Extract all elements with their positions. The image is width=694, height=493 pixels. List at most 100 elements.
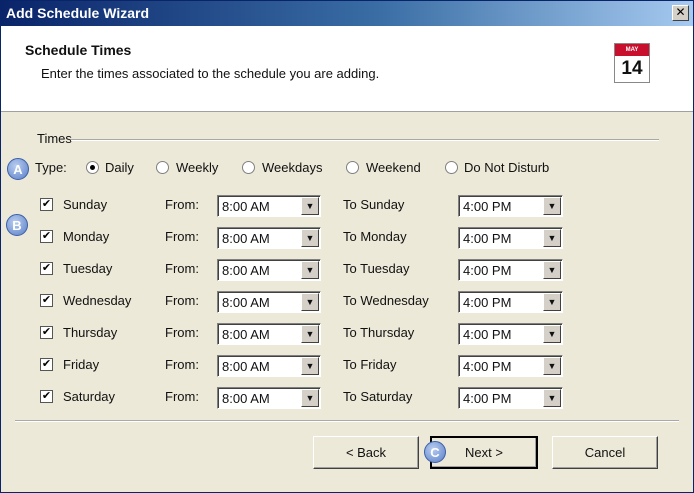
from-label: From: xyxy=(165,261,199,276)
chevron-down-icon[interactable]: ▼ xyxy=(301,357,319,375)
from-time-select[interactable]: 8:00 AM ▼ xyxy=(217,259,321,281)
radio-weekdays-label: Weekdays xyxy=(262,160,323,175)
radio-weekend[interactable] xyxy=(346,161,359,174)
from-time-select[interactable]: 8:00 AM ▼ xyxy=(217,355,321,377)
day-row-sunday: ✔ Sunday From: 8:00 AM ▼ To Sunday 4:00 P… xyxy=(1,195,693,221)
to-time-select[interactable]: 4:00 PM ▼ xyxy=(458,195,563,217)
group-divider xyxy=(71,139,659,141)
page-subtitle: Enter the times associated to the schedu… xyxy=(41,66,380,81)
chevron-down-icon[interactable]: ▼ xyxy=(301,229,319,247)
to-label: To Saturday xyxy=(343,389,413,404)
radio-do-not-disturb-label: Do Not Disturb xyxy=(464,160,550,175)
from-label: From: xyxy=(165,197,199,212)
from-time-value: 8:00 AM xyxy=(222,327,270,342)
close-button[interactable]: ✕ xyxy=(672,5,689,21)
from-label: From: xyxy=(165,293,199,308)
chevron-down-icon[interactable]: ▼ xyxy=(301,293,319,311)
from-label: From: xyxy=(165,229,199,244)
day-label: Sunday xyxy=(63,197,108,212)
chevron-down-icon[interactable]: ▼ xyxy=(543,261,561,279)
from-time-select[interactable]: 8:00 AM ▼ xyxy=(217,227,321,249)
to-time-value: 4:00 PM xyxy=(463,295,512,310)
from-time-select[interactable]: 8:00 AM ▼ xyxy=(217,387,321,409)
day-label: Saturday xyxy=(63,389,116,404)
type-label: Type: xyxy=(35,160,67,175)
from-time-value: 8:00 AM xyxy=(222,263,270,278)
chevron-down-icon[interactable]: ▼ xyxy=(301,261,319,279)
to-label: To Monday xyxy=(343,229,407,244)
wizard-header: Schedule Times Enter the times associate… xyxy=(1,26,693,112)
times-group-label: Times xyxy=(37,131,72,146)
from-time-value: 8:00 AM xyxy=(222,359,270,374)
chevron-down-icon[interactable]: ▼ xyxy=(543,293,561,311)
from-time-select[interactable]: 8:00 AM ▼ xyxy=(217,323,321,345)
radio-do-not-disturb[interactable] xyxy=(445,161,458,174)
to-label: To Wednesday xyxy=(343,293,429,308)
to-time-select[interactable]: 4:00 PM ▼ xyxy=(458,259,563,281)
radio-weekdays[interactable] xyxy=(242,161,255,174)
cancel-button[interactable]: Cancel xyxy=(552,436,658,469)
to-time-value: 4:00 PM xyxy=(463,199,512,214)
from-time-value: 8:00 AM xyxy=(222,231,270,246)
to-time-select[interactable]: 4:00 PM ▼ xyxy=(458,323,563,345)
from-time-select[interactable]: 8:00 AM ▼ xyxy=(217,291,321,313)
chevron-down-icon[interactable]: ▼ xyxy=(543,389,561,407)
from-label: From: xyxy=(165,357,199,372)
to-time-value: 4:00 PM xyxy=(463,391,512,406)
wizard-window: Add Schedule Wizard ✕ Schedule Times Ent… xyxy=(0,0,694,493)
to-time-select[interactable]: 4:00 PM ▼ xyxy=(458,291,563,313)
chevron-down-icon[interactable]: ▼ xyxy=(301,389,319,407)
day-row-saturday: ✔ Saturday From: 8:00 AM ▼ To Saturday 4:… xyxy=(1,387,693,413)
day-label: Thursday xyxy=(63,325,118,340)
radio-weekend-label: Weekend xyxy=(366,160,421,175)
to-label: To Friday xyxy=(343,357,397,372)
back-button[interactable]: < Back xyxy=(313,436,419,469)
radio-weekly[interactable] xyxy=(156,161,169,174)
to-time-value: 4:00 PM xyxy=(463,359,512,374)
day-label: Tuesday xyxy=(63,261,113,276)
day-checkbox[interactable]: ✔ xyxy=(40,358,53,371)
day-row-friday: ✔ Friday From: 8:00 AM ▼ To Friday 4:00 P… xyxy=(1,355,693,381)
from-label: From: xyxy=(165,325,199,340)
radio-weekly-label: Weekly xyxy=(176,160,219,175)
to-time-value: 4:00 PM xyxy=(463,327,512,342)
to-label: To Thursday xyxy=(343,325,415,340)
chevron-down-icon[interactable]: ▼ xyxy=(301,197,319,215)
radio-daily-label: Daily xyxy=(105,160,134,175)
callout-badge-c: C xyxy=(424,441,446,463)
day-checkbox[interactable]: ✔ xyxy=(40,294,53,307)
radio-daily[interactable] xyxy=(86,161,99,174)
day-label: Friday xyxy=(63,357,100,372)
from-time-value: 8:00 AM xyxy=(222,199,270,214)
to-time-value: 4:00 PM xyxy=(463,231,512,246)
to-time-select[interactable]: 4:00 PM ▼ xyxy=(458,227,563,249)
from-time-select[interactable]: 8:00 AM ▼ xyxy=(217,195,321,217)
day-checkbox[interactable]: ✔ xyxy=(40,390,53,403)
window-title: Add Schedule Wizard xyxy=(6,5,150,21)
day-checkbox[interactable]: ✔ xyxy=(40,262,53,275)
calendar-icon: MAY 14 xyxy=(614,43,650,83)
to-time-select[interactable]: 4:00 PM ▼ xyxy=(458,387,563,409)
day-checkbox[interactable]: ✔ xyxy=(40,326,53,339)
day-row-thursday: ✔ Thursday From: 8:00 AM ▼ To Thursday 4:… xyxy=(1,323,693,349)
next-button[interactable]: Next > xyxy=(430,436,538,469)
calendar-day: 14 xyxy=(621,58,643,79)
chevron-down-icon[interactable]: ▼ xyxy=(543,229,561,247)
chevron-down-icon[interactable]: ▼ xyxy=(543,325,561,343)
to-label: To Tuesday xyxy=(343,261,410,276)
to-time-select[interactable]: 4:00 PM ▼ xyxy=(458,355,563,377)
day-row-monday: ✔ Monday From: 8:00 AM ▼ To Monday 4:00 P… xyxy=(1,227,693,253)
day-checkbox[interactable]: ✔ xyxy=(40,230,53,243)
day-checkbox[interactable]: ✔ xyxy=(40,198,53,211)
chevron-down-icon[interactable]: ▼ xyxy=(301,325,319,343)
chevron-down-icon[interactable]: ▼ xyxy=(543,197,561,215)
day-label: Wednesday xyxy=(63,293,132,308)
to-time-value: 4:00 PM xyxy=(463,263,512,278)
day-row-wednesday: ✔ Wednesday From: 8:00 AM ▼ To Wednesday … xyxy=(1,291,693,317)
title-bar: Add Schedule Wizard ✕ xyxy=(1,1,693,26)
day-label: Monday xyxy=(63,229,110,244)
calendar-month: MAY xyxy=(615,44,649,56)
footer-divider xyxy=(15,420,679,422)
page-title: Schedule Times xyxy=(25,42,132,58)
chevron-down-icon[interactable]: ▼ xyxy=(543,357,561,375)
